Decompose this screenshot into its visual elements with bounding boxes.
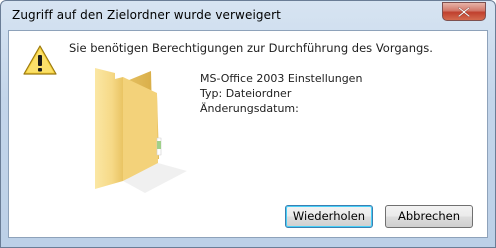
modified-value (302, 103, 393, 115)
dialog-message: Sie benötigen Berechtigungen zur Durchfü… (69, 41, 433, 55)
retry-button[interactable]: Wiederholen (285, 205, 373, 228)
close-button[interactable] (442, 2, 486, 21)
close-icon (458, 7, 470, 17)
item-type: Typ: Dateiordner (200, 87, 292, 100)
modified-label: Änderungsdatum: (200, 102, 299, 115)
cancel-button[interactable]: Abbrechen (385, 205, 473, 228)
modified-row: Änderungsdatum: (200, 101, 393, 116)
warning-icon (23, 45, 57, 75)
title-bar[interactable]: Zugriff auf den Zielordner wurde verweig… (1, 1, 495, 29)
dialog-window: Zugriff auf den Zielordner wurde verweig… (0, 0, 496, 248)
folder-icon (95, 68, 187, 193)
file-details: MS-Office 2003 Einstellungen Typ: Dateio… (200, 71, 393, 116)
item-name: MS-Office 2003 Einstellungen (200, 72, 363, 85)
dialog-content: Sie benötigen Berechtigungen zur Durchfü… (8, 30, 488, 238)
window-title: Zugriff auf den Zielordner wurde verweig… (12, 8, 281, 22)
